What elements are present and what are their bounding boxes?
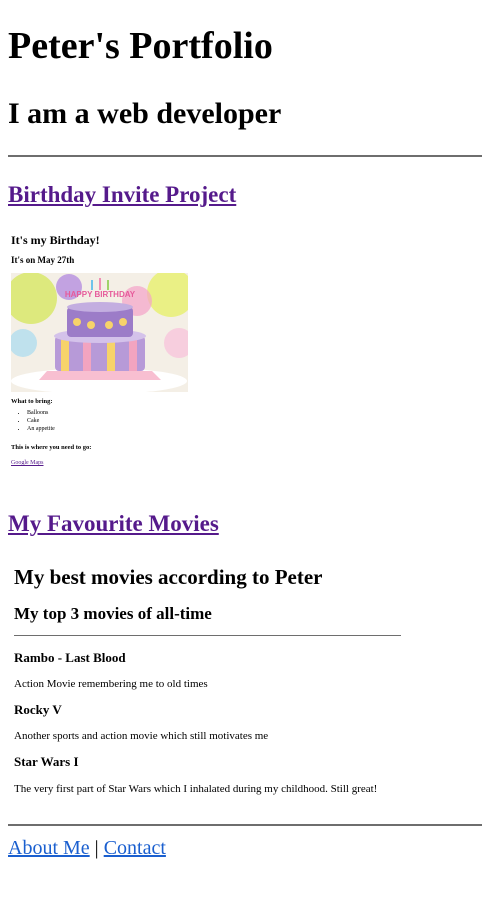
page-subtitle: I am a web developer	[8, 97, 282, 130]
list-item: Balloons	[27, 409, 55, 417]
movies-project-link[interactable]: My Favourite Movies	[8, 510, 219, 538]
contact-link[interactable]: Contact	[104, 837, 166, 859]
movie-description: Another sports and action movie which st…	[14, 730, 269, 742]
cake-topper-text: HAPPY BIRTHDAY	[65, 290, 136, 299]
list-item: An appetite	[27, 425, 55, 433]
bring-list: Balloons Cake An appetite	[18, 409, 55, 433]
birthday-heading: It's my Birthday!	[11, 233, 100, 247]
page-title: Peter's Portfolio	[8, 25, 273, 67]
header-divider	[8, 155, 482, 157]
birthday-cake-image: HAPPY BIRTHDAY	[11, 273, 188, 392]
birthday-date: It's on May 27th	[11, 255, 75, 265]
movie-title: Star Wars I	[14, 754, 79, 769]
movies-subheading: My top 3 movies of all-time	[14, 604, 212, 623]
footer-divider	[8, 824, 482, 826]
footer-separator: |	[94, 837, 99, 859]
footer-nav: About Me | Contact	[8, 836, 166, 860]
movie-title: Rambo - Last Blood	[14, 650, 126, 665]
movie-title: Rocky V	[14, 702, 62, 717]
bring-heading: What to bring:	[11, 398, 53, 405]
about-me-link[interactable]: About Me	[8, 837, 90, 859]
birthday-project-link[interactable]: Birthday Invite Project	[8, 181, 236, 209]
movies-heading: My best movies according to Peter	[14, 565, 323, 589]
list-item: Cake	[27, 417, 55, 425]
where-heading: This is where you need to go:	[11, 444, 92, 451]
movie-description: The very first part of Star Wars which I…	[14, 783, 378, 795]
google-maps-link[interactable]: Google Maps	[11, 459, 44, 467]
movies-divider	[14, 635, 401, 636]
movie-description: Action Movie remembering me to old times	[14, 678, 208, 690]
